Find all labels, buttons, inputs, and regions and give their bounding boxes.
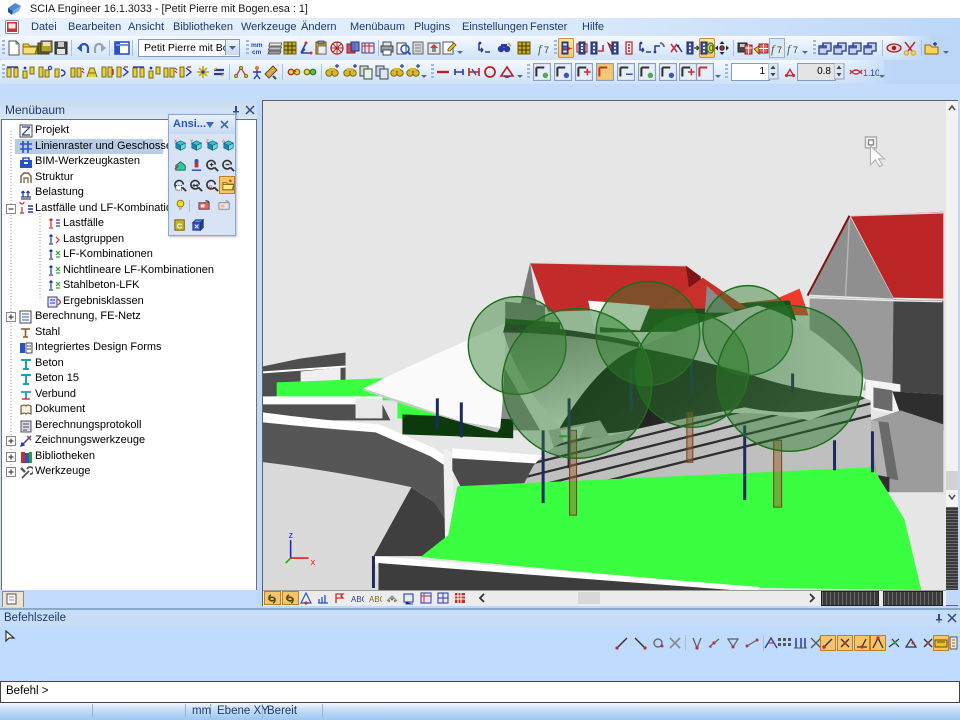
svg-text:C: C [177, 221, 183, 230]
svg-text:cm: cm [252, 49, 262, 56]
svg-text:7: 7 [544, 45, 549, 55]
svg-text:mm: mm [251, 42, 263, 49]
svg-text:R: R [209, 185, 213, 191]
svg-text:ABC: ABC [351, 595, 364, 604]
svg-text:f: f [787, 42, 792, 56]
svg-text:ABC: ABC [369, 595, 382, 604]
svg-text:x: x [311, 557, 316, 567]
svg-text:f: f [538, 42, 543, 56]
svg-text:7: 7 [793, 45, 798, 55]
svg-text:z: z [289, 530, 294, 540]
svg-text:Z: Z [206, 139, 209, 144]
svg-text:7: 7 [777, 45, 782, 55]
svg-text:f: f [771, 42, 776, 56]
